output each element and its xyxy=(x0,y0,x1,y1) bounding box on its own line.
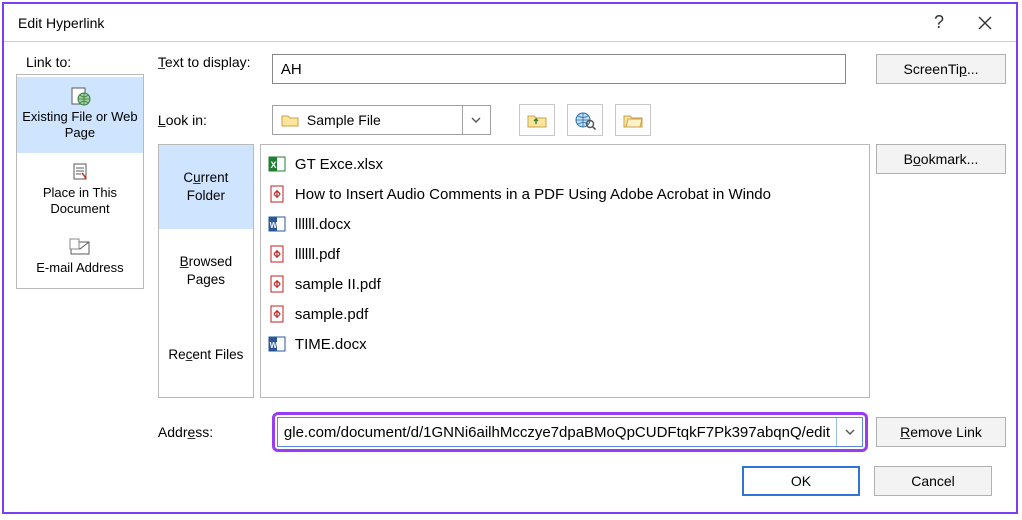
tab-browsed-pages[interactable]: BrowsedPages xyxy=(159,229,253,313)
linkto-item-label: E-mail Address xyxy=(36,260,123,275)
lookin-combo[interactable]: Sample File xyxy=(272,105,491,135)
browse-web-icon xyxy=(574,110,596,130)
linkto-email-address[interactable]: E-mail Address xyxy=(17,228,143,286)
list-item[interactable]: W TIME.docx xyxy=(267,329,863,359)
lookin-label: Look in: xyxy=(158,112,264,128)
up-folder-icon xyxy=(526,111,548,129)
folder-icon xyxy=(281,113,299,127)
linkto-panel: Existing File or Web Page Place in This … xyxy=(16,74,144,289)
address-label: Address: xyxy=(158,424,264,440)
list-item[interactable]: X GT Exce.xlsx xyxy=(267,149,863,179)
pdf-icon xyxy=(267,184,287,204)
list-item[interactable]: How to Insert Audio Comments in a PDF Us… xyxy=(267,179,863,209)
word-icon: W xyxy=(267,214,287,234)
file-name: How to Insert Audio Comments in a PDF Us… xyxy=(295,186,771,203)
titlebar: Edit Hyperlink ? xyxy=(4,4,1016,42)
pdf-icon xyxy=(267,244,287,264)
dialog-footer: OK Cancel xyxy=(158,460,1006,500)
linkto-existing-file[interactable]: Existing File or Web Page xyxy=(17,77,143,153)
list-item[interactable]: sample II.pdf xyxy=(267,269,863,299)
screentip-button[interactable]: ScreenTip... xyxy=(876,54,1006,84)
linkto-item-label: Existing File or Web Page xyxy=(22,109,137,140)
word-icon: W xyxy=(267,334,287,354)
lookin-row: Look in: Sample File xyxy=(158,104,1006,136)
linkto-label: Link to: xyxy=(16,54,144,70)
file-area: CurrentFolder BrowsedPages Recent Files … xyxy=(158,144,1006,398)
file-name: llllll.pdf xyxy=(295,246,340,263)
svg-text:W: W xyxy=(270,221,278,230)
remove-link-button[interactable]: Remove Link xyxy=(876,417,1006,447)
close-button[interactable] xyxy=(962,6,1008,40)
ok-button[interactable]: OK xyxy=(742,466,860,496)
address-highlight: gle.com/document/d/1GNNi6ailhMcczye7dpaB… xyxy=(272,412,868,452)
doc-target-icon xyxy=(70,162,90,182)
cancel-button[interactable]: Cancel xyxy=(874,466,992,496)
linkto-item-label: Place in This Document xyxy=(43,185,117,216)
email-icon xyxy=(69,238,91,256)
window-title: Edit Hyperlink xyxy=(18,15,916,31)
excel-icon: X xyxy=(267,154,287,174)
browse-file-button[interactable] xyxy=(615,104,651,136)
help-button[interactable]: ? xyxy=(916,6,962,40)
bookmark-button[interactable]: Bookmark... xyxy=(876,144,1006,174)
list-item[interactable]: W llllll.docx xyxy=(267,209,863,239)
tab-column: CurrentFolder BrowsedPages Recent Files xyxy=(158,144,254,398)
tab-recent-files[interactable]: Recent Files xyxy=(159,313,253,397)
file-name: TIME.docx xyxy=(295,336,367,353)
svg-text:W: W xyxy=(270,341,278,350)
globe-page-icon xyxy=(69,86,91,106)
browse-web-button[interactable] xyxy=(567,104,603,136)
up-one-level-button[interactable] xyxy=(519,104,555,136)
edit-hyperlink-dialog: Edit Hyperlink ? Link to: Existing File … xyxy=(2,2,1018,514)
text-to-display-label: Text to display: xyxy=(158,54,264,84)
chevron-down-icon[interactable] xyxy=(462,106,490,134)
pdf-icon xyxy=(267,274,287,294)
lookin-value: Sample File xyxy=(307,112,381,128)
file-name: llllll.docx xyxy=(295,216,351,233)
list-item[interactable]: sample.pdf xyxy=(267,299,863,329)
text-to-display-row: Text to display: ScreenTip... xyxy=(158,54,1006,84)
browse-file-icon xyxy=(622,111,644,129)
linkto-place-in-doc[interactable]: Place in This Document xyxy=(17,153,143,229)
address-combo[interactable]: gle.com/document/d/1GNNi6ailhMcczye7dpaB… xyxy=(277,417,863,447)
close-icon xyxy=(978,16,992,30)
chevron-down-icon[interactable] xyxy=(836,418,862,446)
list-item[interactable]: llllll.pdf xyxy=(267,239,863,269)
file-name: sample.pdf xyxy=(295,306,368,323)
tab-current-folder[interactable]: CurrentFolder xyxy=(159,145,253,229)
file-name: sample II.pdf xyxy=(295,276,381,293)
address-value: gle.com/document/d/1GNNi6ailhMcczye7dpaB… xyxy=(278,424,836,441)
svg-text:X: X xyxy=(270,160,276,170)
pdf-icon xyxy=(267,304,287,324)
text-to-display-input[interactable] xyxy=(272,54,846,84)
address-row: Address: gle.com/document/d/1GNNi6ailhMc… xyxy=(158,412,1006,452)
file-name: GT Exce.xlsx xyxy=(295,156,383,173)
file-list[interactable]: X GT Exce.xlsx How to Insert Audio Comme… xyxy=(260,144,870,398)
